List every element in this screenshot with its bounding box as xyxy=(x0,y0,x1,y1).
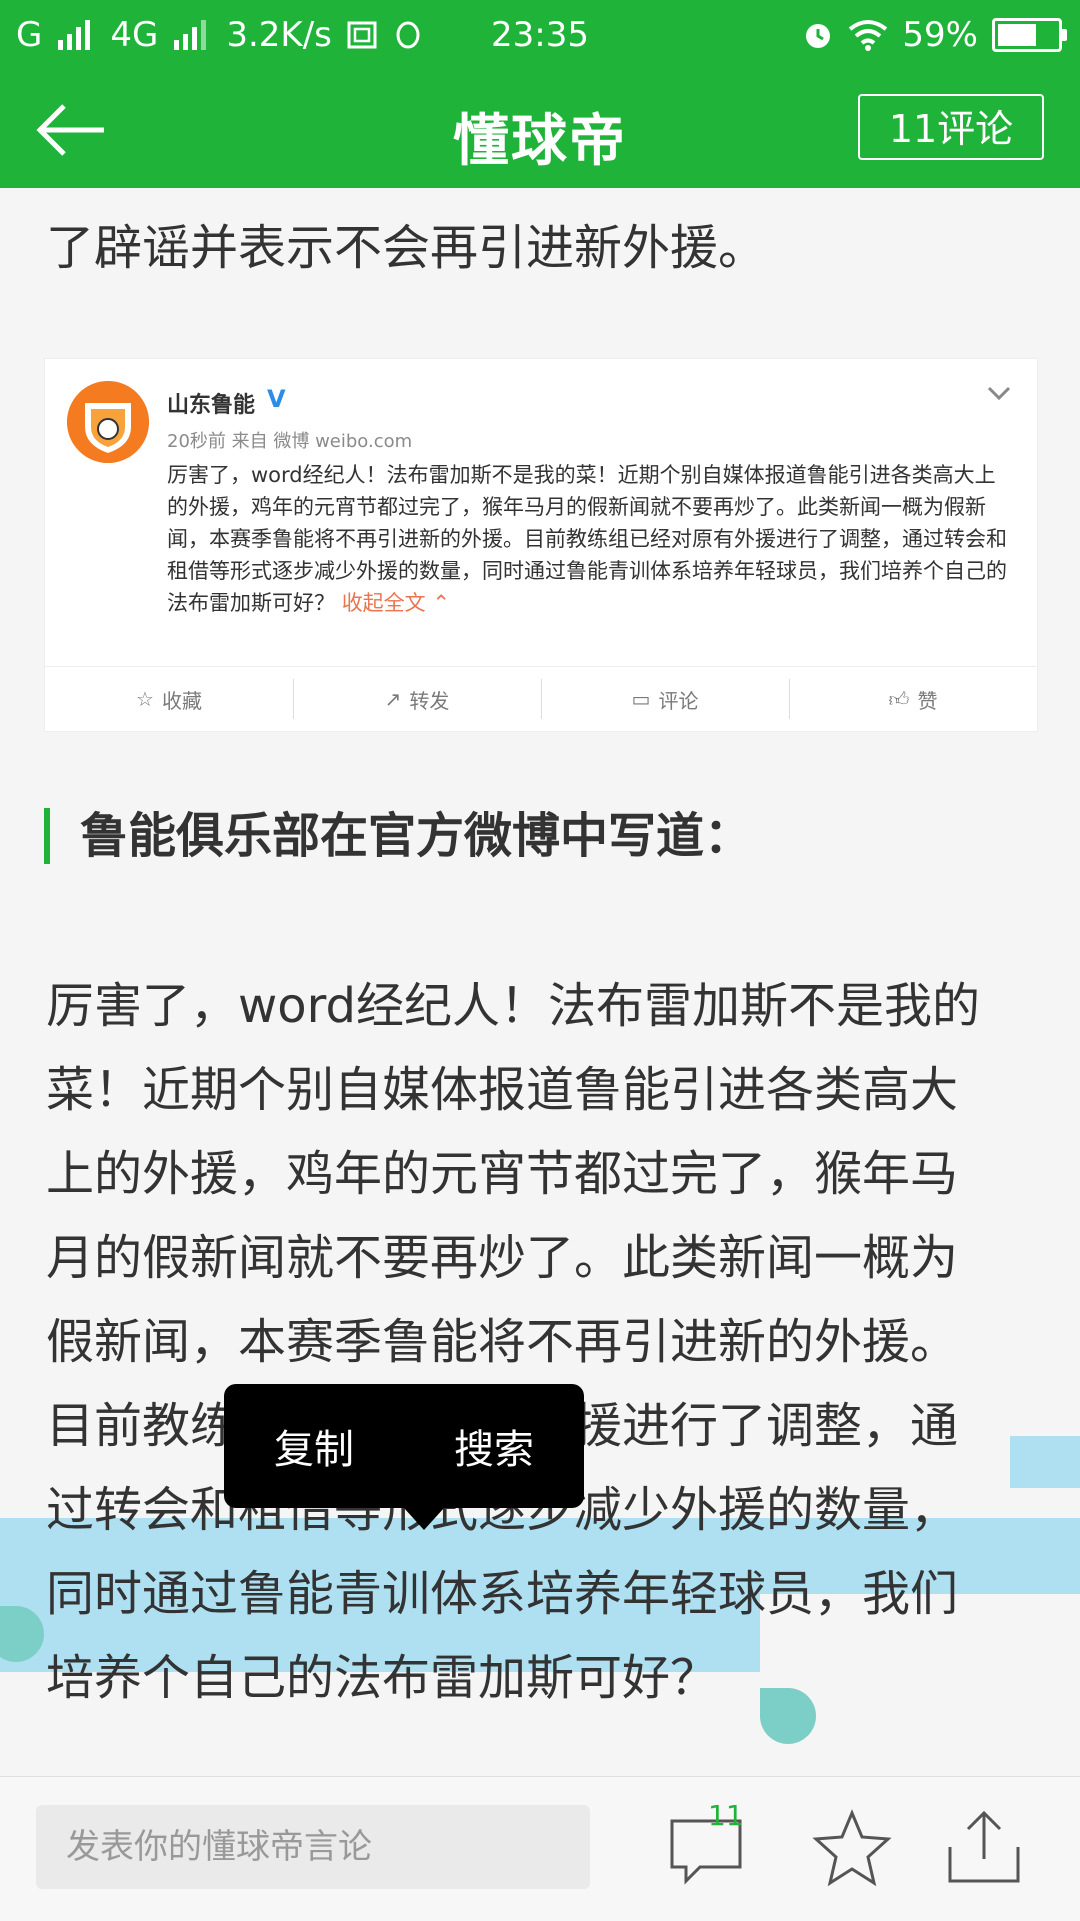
action-label: 转发 xyxy=(409,688,450,713)
weibo-embed[interactable]: 山东鲁能 V 20秒前 来自 微博 weibo.com 厉害了，word经纪人！… xyxy=(44,358,1038,732)
search-menu-item[interactable]: 搜索 xyxy=(424,1417,564,1475)
article-content[interactable]: 了辟谣并表示不会再引进新外援。 山东鲁能 V 20秒前 来自 微博 weibo.… xyxy=(0,188,1080,1776)
context-menu-arrow xyxy=(404,1508,444,1530)
weibo-actions: ☆ 收藏 ↗ 转发 ▭ 评论 👍︎ 赞 xyxy=(45,666,1037,731)
share-icon[interactable] xyxy=(944,1807,1024,1887)
thumbs-up-icon: 👍︎ xyxy=(888,686,910,711)
app-header: 懂球帝 11评论 xyxy=(0,70,1080,188)
body-line: 厉害了，word经纪人！法布雷加斯不是我的 xyxy=(46,978,980,1034)
comment-input[interactable] xyxy=(36,1805,590,1889)
battery-percent: 59% xyxy=(902,15,978,55)
comment-icon: ▭ xyxy=(631,687,651,711)
weibo-author[interactable]: 山东鲁能 xyxy=(167,387,255,419)
collapse-link[interactable]: 收起全文 ⌃ xyxy=(342,591,450,615)
status-right: 59% xyxy=(802,14,1067,56)
weibo-body: 厉害了，word经纪人！法布雷加斯不是我的菜！近期个别自媒体报道鲁能引进各类高大… xyxy=(167,463,1007,615)
battery-icon xyxy=(992,18,1067,52)
star-icon: ☆ xyxy=(136,687,154,711)
avatar[interactable] xyxy=(67,381,149,463)
body-line: 上的外援，鸡年的元宵节都过完了，猴年马 xyxy=(46,1146,959,1202)
star-icon[interactable] xyxy=(812,1807,892,1887)
weibo-text: 厉害了，word经纪人！法布雷加斯不是我的菜！近期个别自媒体报道鲁能引进各类高大… xyxy=(167,459,1007,619)
weibo-repost-button[interactable]: ↗ 转发 xyxy=(293,667,541,731)
action-label: 评论 xyxy=(658,688,699,713)
selection-end-handle[interactable] xyxy=(760,1688,816,1744)
wifi-icon xyxy=(849,20,888,51)
weibo-comment-button[interactable]: ▭ 评论 xyxy=(541,667,789,731)
comments-button[interactable]: 11评论 xyxy=(858,94,1044,160)
chevron-down-icon[interactable] xyxy=(985,379,1013,407)
action-label: 赞 xyxy=(917,688,938,713)
weibo-favorite-button[interactable]: ☆ 收藏 xyxy=(45,667,293,731)
section-heading: 鲁能俱乐部在官方微博中写道： xyxy=(44,808,752,864)
verified-badge: V xyxy=(267,385,286,413)
action-label: 收藏 xyxy=(161,688,202,713)
bottom-bar: 11 xyxy=(0,1776,1080,1921)
body-line: 月的假新闻就不要再炒了。此类新闻一概为 xyxy=(46,1230,959,1286)
intro-line: 了辟谣并表示不会再引进新外援。 xyxy=(46,220,767,276)
share-icon: ↗ xyxy=(384,687,402,711)
article-body: 厉害了，word经纪人！法布雷加斯不是我的 菜！近期个别自媒体报道鲁能引进各类高… xyxy=(46,964,1036,1720)
body-line-selected: 培养个自己的法布雷加斯可好？ xyxy=(46,1650,719,1706)
weibo-like-button[interactable]: 👍︎ 赞 xyxy=(789,667,1037,731)
collapse-label: 收起全文 xyxy=(341,591,426,615)
alarm-icon xyxy=(806,24,831,48)
body-line: 菜！近期个别自媒体报道鲁能引进各类高大 xyxy=(46,1062,959,1118)
body-line: 假新闻，本赛季鲁能将不再引进新的外援。 xyxy=(46,1314,959,1370)
copy-menu-item[interactable]: 复制 xyxy=(244,1417,384,1475)
weibo-meta: 20秒前 来自 微博 weibo.com xyxy=(167,431,413,452)
club-logo-icon xyxy=(67,381,149,463)
body-line-selected: 同时通过鲁能青训体系培养年轻球员，我们 xyxy=(46,1566,959,1622)
text-context-menu: 复制 搜索 xyxy=(224,1384,584,1508)
comment-count-badge: 11 xyxy=(708,1799,744,1832)
status-bar: G 4G 3.2K/s 23:35 59% xyxy=(0,0,1080,70)
